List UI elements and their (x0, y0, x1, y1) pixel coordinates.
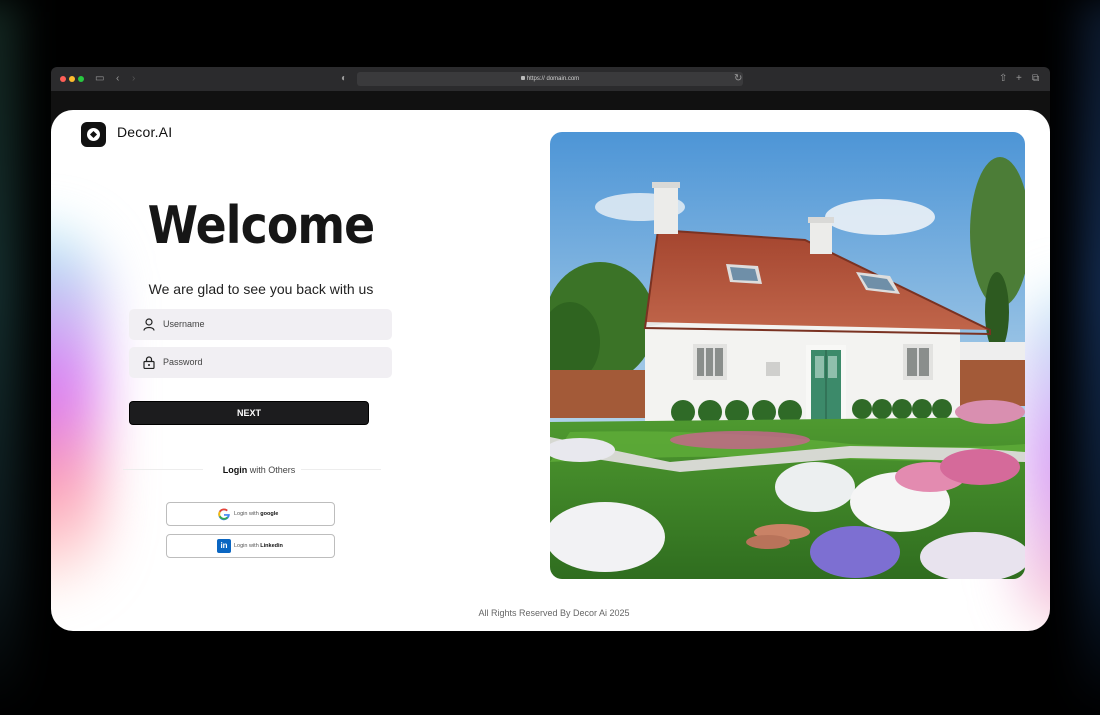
username-placeholder: Username (163, 319, 205, 329)
google-login-label: Login with google (234, 509, 278, 519)
forward-arrow-icon[interactable]: › (132, 72, 135, 86)
house-photo (550, 132, 1025, 579)
lock-icon (143, 356, 155, 369)
privacy-shield-icon[interactable]: ◐ (341, 72, 347, 86)
linkedin-login-button[interactable]: in Login with Linkedin (166, 534, 335, 558)
google-login-name: google (260, 511, 279, 517)
login-with-others-label: Login with Others (169, 464, 349, 476)
sidebar-toggle-icon[interactable]: ▭ (95, 72, 104, 86)
gradient-blob-left (51, 230, 101, 590)
background-glow-left (0, 0, 20, 715)
house-illustration (550, 132, 1025, 579)
maximize-window-dot[interactable] (78, 76, 84, 82)
linkedin-login-prefix: Login with (234, 543, 261, 549)
footer-copyright: All Rights Reserved By Decor Ai 2025 (478, 608, 630, 618)
back-arrow-icon[interactable]: ‹ (116, 72, 119, 86)
minimize-window-dot[interactable] (69, 76, 75, 82)
login-bold-text: Login (222, 465, 248, 475)
welcome-subtitle: We are glad to see you back with us (148, 281, 374, 297)
close-window-dot[interactable] (60, 76, 66, 82)
linkedin-login-label: Login with Linkedin (234, 541, 283, 551)
tab-overview-icon[interactable]: ⧉ (1032, 72, 1039, 86)
background-glow-right (1080, 0, 1100, 715)
new-tab-icon[interactable]: + (1016, 72, 1022, 86)
linkedin-icon: in (217, 539, 231, 553)
browser-toolbar: ▭ ‹ › ◐ https:// domain.com ↻ ⇧ + ⧉ (51, 67, 1050, 92)
google-login-button[interactable]: Login with google (166, 502, 335, 526)
welcome-heading: Welcome (147, 196, 376, 256)
brand-logo-icon (81, 122, 106, 147)
google-login-prefix: Login with (234, 511, 261, 517)
next-button[interactable]: NEXT (129, 401, 369, 425)
user-icon (143, 318, 155, 331)
password-placeholder: Password (163, 357, 203, 367)
linkedin-login-name: Linkedin (260, 543, 283, 549)
with-others-text: with Others (247, 465, 296, 475)
brand-name: Decor.AI (117, 124, 173, 140)
username-field[interactable]: Username (129, 309, 392, 340)
password-field[interactable]: Password (129, 347, 392, 378)
lock-icon (520, 76, 525, 81)
address-url: https:// domain.com (526, 76, 580, 82)
google-icon (218, 508, 230, 521)
login-card: Decor.AI Welcome We are glad to see you … (51, 110, 1050, 631)
address-bar[interactable]: https:// domain.com (357, 72, 743, 86)
share-icon[interactable]: ⇧ (999, 72, 1007, 86)
reload-icon[interactable]: ↻ (734, 72, 742, 86)
